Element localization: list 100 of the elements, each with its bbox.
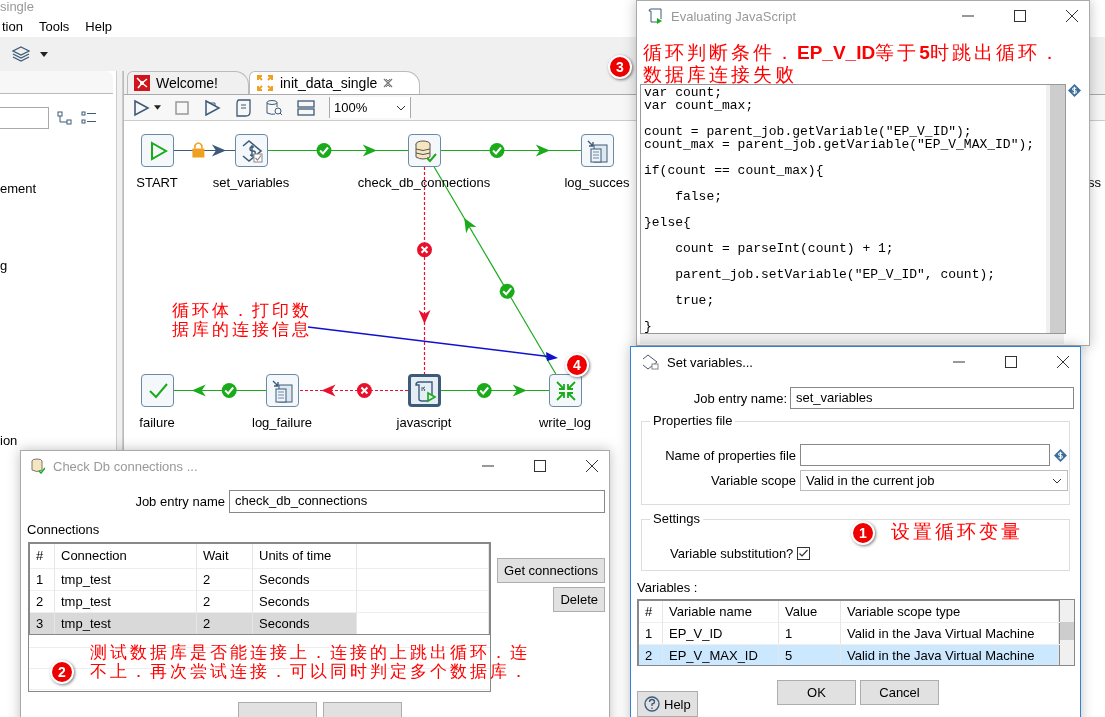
- field-label: Name of properties file: [664, 447, 796, 463]
- name-field[interactable]: check_db_connections: [229, 490, 605, 513]
- table-cell: tmp_test: [55, 568, 197, 590]
- hop-arrow[interactable]: [440, 384, 550, 397]
- hop-arrow[interactable]: [440, 144, 582, 157]
- dialog-button[interactable]: Get connections: [497, 558, 605, 583]
- section-label: Connections: [27, 522, 101, 537]
- maximize-icon[interactable]: [1004, 355, 1018, 369]
- editor-tab[interactable]: Welcome!: [127, 71, 249, 94]
- success-icon: [499, 283, 515, 299]
- search-field[interactable]: [0, 107, 49, 129]
- menu-item[interactable]: Tools: [36, 18, 72, 34]
- list-icon[interactable]: [81, 111, 97, 125]
- node-label: write_log: [539, 415, 591, 430]
- table-cell: 5: [779, 644, 841, 665]
- scrollbar[interactable]: [1046, 85, 1065, 333]
- dialog-button[interactable]: Delete: [553, 587, 605, 612]
- tree-item[interactable]: ement: [0, 181, 116, 196]
- script-icon[interactable]: [235, 98, 251, 117]
- maximize-icon[interactable]: [1013, 9, 1027, 23]
- replay-icon[interactable]: [203, 98, 221, 117]
- tree-item[interactable]: g: [0, 258, 116, 273]
- dialog-button[interactable]: OK: [777, 680, 856, 705]
- menu-item[interactable]: tion: [0, 18, 25, 34]
- table-cell: Seconds: [253, 612, 357, 634]
- hop-arrow[interactable]: [298, 384, 409, 397]
- document-icon: [270, 378, 295, 403]
- annotation-text: 设置循环变量: [891, 521, 1024, 542]
- node-label: javascript: [396, 415, 452, 430]
- scrollbar[interactable]: [1060, 600, 1074, 665]
- close-icon[interactable]: [1056, 355, 1070, 369]
- zoom-dropdown[interactable]: 100%: [329, 97, 411, 118]
- job-entry[interactable]: [549, 374, 582, 407]
- hop-arrow[interactable]: [173, 384, 267, 397]
- arrows-icon: [554, 379, 577, 402]
- close-icon[interactable]: [585, 459, 599, 473]
- column-header[interactable]: #: [639, 601, 663, 622]
- caret-icon: [396, 104, 406, 111]
- table-cell: 2: [197, 612, 253, 634]
- dialog-title: Evaluating JavaScript: [671, 8, 796, 24]
- node-label: log_succes: [564, 175, 630, 190]
- run-icon[interactable]: [132, 98, 150, 117]
- close-icon[interactable]: [1065, 9, 1079, 23]
- checkbox[interactable]: [797, 547, 811, 560]
- window-title: single: [0, 0, 35, 15]
- database-search-icon[interactable]: [265, 98, 283, 117]
- tree-item[interactable]: ion: [0, 433, 116, 448]
- menu-item[interactable]: Help: [83, 18, 115, 34]
- dialog-title: Check Db connections ...: [53, 458, 198, 474]
- table-cell: 2: [197, 568, 253, 590]
- editor-tab[interactable]: init_data_single: [249, 71, 421, 94]
- file-field[interactable]: [800, 444, 1050, 466]
- caret-icon[interactable]: [40, 51, 48, 57]
- job-entry[interactable]: [581, 134, 614, 167]
- table-cell: tmp_test: [55, 612, 197, 634]
- field-label: Variable scope: [709, 473, 796, 488]
- table-cell: EP_V_MAX_ID: [663, 644, 779, 665]
- group-label: Settings: [650, 511, 703, 526]
- success-icon: [489, 143, 505, 158]
- lock-icon: [192, 142, 205, 158]
- help-button[interactable]: Help: [637, 691, 698, 717]
- scope-dropdown[interactable]: Valid in the current job: [800, 470, 1068, 491]
- job-entry[interactable]: [408, 134, 441, 167]
- column-header[interactable]: Value: [779, 601, 841, 622]
- maximize-icon[interactable]: [533, 459, 547, 473]
- column-header[interactable]: Variable name: [663, 601, 779, 622]
- checkbox-label: Variable substitution?: [670, 546, 794, 561]
- help-icon: [644, 696, 660, 712]
- network-icon: [134, 75, 150, 91]
- document-icon: [585, 138, 610, 163]
- job-entry[interactable]: [266, 374, 299, 407]
- layers-icon[interactable]: [12, 45, 30, 63]
- column-header[interactable]: Connection: [55, 544, 197, 568]
- hop-arrow[interactable]: [267, 144, 409, 157]
- success-icon: [221, 383, 237, 398]
- job-entry[interactable]: [141, 134, 174, 167]
- hop-arrow[interactable]: [173, 144, 236, 157]
- layout-icon[interactable]: [297, 99, 315, 116]
- annotation-text: 测试数据库是否能连接上．连接的上跳出循环．连不上．再次尝试连接．可以同时判定多个数据库．: [90, 643, 531, 681]
- column-header[interactable]: #: [30, 544, 55, 568]
- script-icon: [647, 8, 663, 24]
- tree-icon[interactable]: [57, 111, 73, 125]
- script-icon: [412, 378, 437, 403]
- table-cell: 3: [30, 612, 55, 634]
- column-header[interactable]: Units of time: [253, 544, 357, 568]
- column-header[interactable]: Variable scope type: [841, 601, 1059, 622]
- job-entry[interactable]: [235, 134, 268, 167]
- section-label: Variables :: [637, 580, 699, 595]
- job-entry[interactable]: [408, 374, 441, 407]
- error-icon: [417, 242, 432, 258]
- table-cell: Seconds: [253, 568, 357, 590]
- column-header[interactable]: Wait: [197, 544, 253, 568]
- scrollbar[interactable]: [640, 334, 1064, 344]
- caret-icon[interactable]: [154, 105, 161, 110]
- job-entry[interactable]: [141, 374, 174, 407]
- field-label: Job entry name:: [692, 390, 787, 406]
- table-cell: 1: [30, 568, 55, 590]
- dialog-button[interactable]: Cancel: [860, 680, 939, 705]
- name-field[interactable]: set_variables: [790, 387, 1074, 409]
- success-icon: [476, 383, 492, 398]
